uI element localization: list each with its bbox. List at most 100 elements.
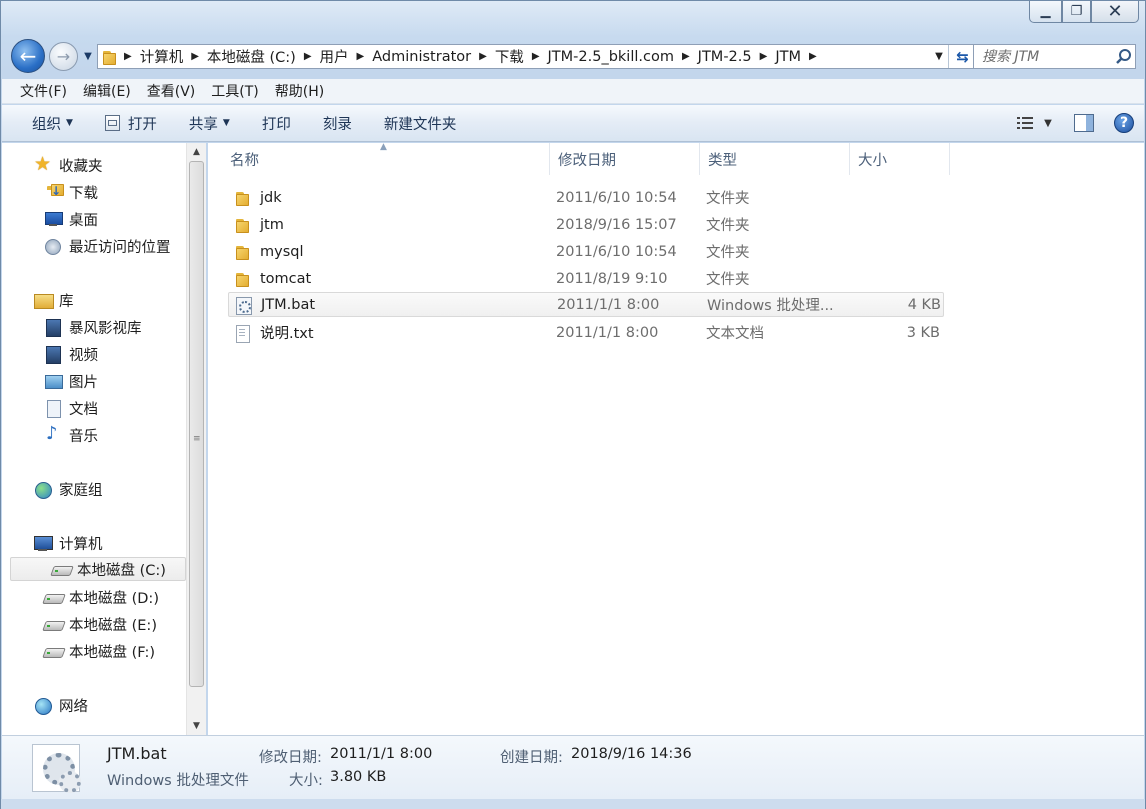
file-row[interactable]: tomcat 2011/8/19 9:10 文件夹 xyxy=(228,266,944,291)
scrollbar-thumb[interactable]: ≡ xyxy=(189,161,204,687)
file-row-hovered[interactable]: JTM.bat 2011/1/1 8:00 Windows 批处理... 4 K… xyxy=(228,292,944,317)
navigation-scrollbar[interactable]: ▲ ≡ ▼ xyxy=(186,143,206,735)
menu-tools[interactable]: 工具(T) xyxy=(203,81,266,101)
chevron-right-icon[interactable]: ▶ xyxy=(300,51,316,62)
search-box xyxy=(973,44,1136,69)
folder-icon xyxy=(98,45,120,68)
nav-downloads[interactable]: 下载 xyxy=(2,180,184,204)
nav-recent-places[interactable]: 最近访问的位置 xyxy=(2,234,184,258)
scroll-down-button[interactable]: ▼ xyxy=(187,717,206,735)
back-button[interactable]: ← xyxy=(11,39,45,73)
help-button[interactable]: ? xyxy=(1104,109,1144,137)
organize-button[interactable]: 组织 ▼ xyxy=(24,105,81,141)
maximize-button[interactable]: ❐ xyxy=(1062,1,1091,23)
close-button[interactable]: ✕ xyxy=(1091,1,1139,23)
file-row[interactable]: mysql 2011/6/10 10:54 文件夹 xyxy=(228,239,944,264)
search-icon[interactable] xyxy=(1114,47,1134,67)
breadcrumb-jtm-bkill[interactable]: JTM-2.5_bkill.com xyxy=(544,49,678,65)
nav-libraries[interactable]: 库 xyxy=(2,288,184,312)
file-type: 文件夹 xyxy=(706,218,750,234)
refresh-button[interactable]: ⇆ xyxy=(948,45,976,68)
chevron-right-icon[interactable]: ▶ xyxy=(475,51,491,62)
menu-help[interactable]: 帮助(H) xyxy=(267,81,332,101)
recent-pages-button[interactable]: ▼ xyxy=(81,49,95,63)
nav-storm-video-library[interactable]: 暴风影视库 xyxy=(2,315,184,339)
forward-button[interactable]: → xyxy=(49,42,78,71)
nav-homegroup[interactable]: 家庭组 xyxy=(2,477,184,501)
preview-pane-button[interactable] xyxy=(1064,109,1104,137)
chevron-right-icon[interactable]: ▶ xyxy=(678,51,694,62)
address-history-dropdown[interactable]: ▼ xyxy=(930,51,948,62)
batch-file-large-icon xyxy=(32,744,81,793)
star-icon xyxy=(33,153,53,175)
menu-file[interactable]: 文件(F) xyxy=(12,81,75,101)
chevron-down-icon: ▼ xyxy=(193,721,200,731)
column-modified-label: 修改日期 xyxy=(558,152,616,169)
search-input[interactable] xyxy=(982,46,1114,67)
open-icon xyxy=(104,115,120,131)
file-name-cell: 说明.txt xyxy=(228,322,556,343)
details-size-value: 3.80 KB xyxy=(330,769,387,785)
scroll-up-button[interactable]: ▲ xyxy=(187,143,206,161)
menu-view[interactable]: 查看(V) xyxy=(139,81,204,101)
chevron-right-icon[interactable]: ▶ xyxy=(353,51,369,62)
nav-drive-d[interactable]: 本地磁盘 (D:) xyxy=(2,585,184,609)
breadcrumb-downloads[interactable]: 下载 xyxy=(491,46,528,67)
column-type[interactable]: 类型 xyxy=(700,143,850,175)
column-name[interactable]: 名称 xyxy=(208,143,550,175)
nav-storm-video-label: 暴风影视库 xyxy=(69,320,142,337)
desktop-icon xyxy=(43,210,63,228)
file-name-cell: jdk xyxy=(228,189,556,207)
chevron-right-icon[interactable]: ▶ xyxy=(805,51,821,62)
caption-buttons: ▁ ❐ ✕ xyxy=(1029,1,1139,23)
column-size-label: 大小 xyxy=(858,152,887,169)
open-button[interactable]: 打开 xyxy=(97,105,165,141)
nav-computer-label: 计算机 xyxy=(59,536,103,553)
nav-videos[interactable]: 视频 xyxy=(2,342,184,366)
breadcrumb-jtm[interactable]: JTM xyxy=(771,49,805,65)
chevron-right-icon[interactable]: ▶ xyxy=(528,51,544,62)
nav-drive-f[interactable]: 本地磁盘 (F:) xyxy=(2,639,184,663)
file-row[interactable]: 说明.txt 2011/1/1 8:00 文本文档 3 KB xyxy=(228,320,944,345)
breadcrumb-administrator[interactable]: Administrator xyxy=(368,49,475,65)
chevron-down-icon: ▼ xyxy=(66,118,73,128)
change-view-button[interactable]: ▼ xyxy=(1004,109,1064,137)
nav-documents[interactable]: 文档 xyxy=(2,396,184,420)
address-bar[interactable]: ▶ 计算机 ▶ 本地磁盘 (C:) ▶ 用户 ▶ Administrator ▶… xyxy=(97,44,977,69)
burn-button[interactable]: 刻录 xyxy=(315,105,360,141)
nav-pictures[interactable]: 图片 xyxy=(2,369,184,393)
breadcrumb-jtm-25[interactable]: JTM-2.5 xyxy=(694,49,756,65)
new-folder-button[interactable]: 新建文件夹 xyxy=(376,105,465,141)
nav-computer[interactable]: 计算机 xyxy=(2,531,184,555)
chevron-right-icon[interactable]: ▶ xyxy=(756,51,772,62)
music-icon xyxy=(43,423,63,444)
file-name-cell: mysql xyxy=(228,243,556,261)
hard-drive-icon xyxy=(43,615,63,633)
column-size[interactable]: 大小 xyxy=(850,143,950,175)
nav-network-label: 网络 xyxy=(59,698,88,715)
window-bottom-edge xyxy=(1,799,1145,809)
file-row[interactable]: jdk 2011/6/10 10:54 文件夹 xyxy=(228,185,944,210)
nav-drive-c[interactable]: 本地磁盘 (C:) xyxy=(10,557,186,581)
nav-music[interactable]: 音乐 xyxy=(2,423,184,447)
breadcrumb-drive-c[interactable]: 本地磁盘 (C:) xyxy=(203,46,300,67)
file-row[interactable]: jtm 2018/9/16 15:07 文件夹 xyxy=(228,212,944,237)
breadcrumb-computer[interactable]: 计算机 xyxy=(136,46,188,67)
file-name: JTM.bat xyxy=(261,296,316,313)
share-button[interactable]: 共享 ▼ xyxy=(181,105,238,141)
breadcrumb-users[interactable]: 用户 xyxy=(316,46,353,67)
title-bar[interactable]: ▁ ❐ ✕ xyxy=(1,1,1145,35)
nav-desktop[interactable]: 桌面 xyxy=(2,207,184,231)
nav-drive-e[interactable]: 本地磁盘 (E:) xyxy=(2,612,184,636)
file-name-cell: JTM.bat xyxy=(229,296,557,315)
print-button[interactable]: 打印 xyxy=(254,105,299,141)
nav-favorites[interactable]: 收藏夹 xyxy=(2,153,184,177)
nav-network[interactable]: 网络 xyxy=(2,693,184,717)
minimize-button[interactable]: ▁ xyxy=(1029,1,1062,23)
column-modified[interactable]: 修改日期 xyxy=(550,143,700,175)
chevron-right-icon[interactable]: ▶ xyxy=(187,51,203,62)
menu-edit[interactable]: 编辑(E) xyxy=(75,81,139,101)
chevron-down-icon: ▼ xyxy=(935,51,943,62)
chevron-right-icon[interactable]: ▶ xyxy=(120,51,136,62)
batch-file-icon xyxy=(233,296,253,315)
